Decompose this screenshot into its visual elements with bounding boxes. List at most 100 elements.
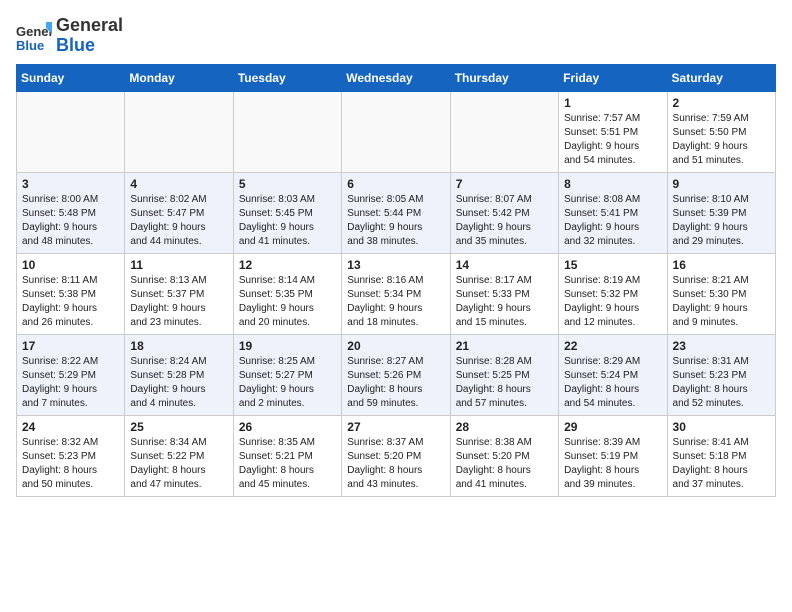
day-info: Sunrise: 8:00 AM Sunset: 5:48 PM Dayligh…	[22, 193, 119, 249]
day-number: 7	[456, 177, 553, 191]
day-info: Sunrise: 8:41 AM Sunset: 5:18 PM Dayligh…	[673, 436, 770, 492]
col-header-tuesday: Tuesday	[233, 64, 341, 91]
calendar-cell: 22 Sunrise: 8:29 AM Sunset: 5:24 PM Dayli…	[559, 334, 667, 415]
calendar-cell: 21 Sunrise: 8:28 AM Sunset: 5:25 PM Dayli…	[450, 334, 558, 415]
day-number: 2	[673, 96, 770, 110]
day-number: 22	[564, 339, 661, 353]
calendar-cell	[125, 91, 233, 172]
day-info: Sunrise: 8:11 AM Sunset: 5:38 PM Dayligh…	[22, 274, 119, 330]
calendar-week-3: 10 Sunrise: 8:11 AM Sunset: 5:38 PM Dayli…	[17, 253, 776, 334]
day-info: Sunrise: 8:37 AM Sunset: 5:20 PM Dayligh…	[347, 436, 444, 492]
calendar-week-1: 1 Sunrise: 7:57 AM Sunset: 5:51 PM Daylig…	[17, 91, 776, 172]
logo-text: GeneralBlue	[56, 16, 123, 56]
calendar-cell: 6 Sunrise: 8:05 AM Sunset: 5:44 PM Daylig…	[342, 172, 450, 253]
calendar-cell: 4Sunrise: 8:02 AM Sunset: 5:47 PM Daylig…	[125, 172, 233, 253]
day-info: Sunrise: 8:08 AM Sunset: 5:41 PM Dayligh…	[564, 193, 661, 249]
calendar: SundayMondayTuesdayWednesdayThursdayFrid…	[16, 64, 776, 497]
calendar-week-2: 3 Sunrise: 8:00 AM Sunset: 5:48 PM Daylig…	[17, 172, 776, 253]
day-number: 30	[673, 420, 770, 434]
calendar-cell: 3 Sunrise: 8:00 AM Sunset: 5:48 PM Daylig…	[17, 172, 125, 253]
day-number: 24	[22, 420, 119, 434]
day-info: Sunrise: 8:13 AM Sunset: 5:37 PM Dayligh…	[130, 274, 227, 330]
day-number: 19	[239, 339, 336, 353]
calendar-cell: 15Sunrise: 8:19 AM Sunset: 5:32 PM Dayli…	[559, 253, 667, 334]
day-number: 1	[564, 96, 661, 110]
calendar-cell: 10 Sunrise: 8:11 AM Sunset: 5:38 PM Dayli…	[17, 253, 125, 334]
day-info: Sunrise: 8:27 AM Sunset: 5:26 PM Dayligh…	[347, 355, 444, 411]
calendar-cell: 17 Sunrise: 8:22 AM Sunset: 5:29 PM Dayli…	[17, 334, 125, 415]
day-number: 8	[564, 177, 661, 191]
day-info: Sunrise: 8:14 AM Sunset: 5:35 PM Dayligh…	[239, 274, 336, 330]
day-number: 12	[239, 258, 336, 272]
day-number: 11	[130, 258, 227, 272]
day-number: 10	[22, 258, 119, 272]
calendar-cell: 27Sunrise: 8:37 AM Sunset: 5:20 PM Dayli…	[342, 415, 450, 496]
day-number: 5	[239, 177, 336, 191]
day-info: Sunrise: 8:24 AM Sunset: 5:28 PM Dayligh…	[130, 355, 227, 411]
calendar-cell: 26Sunrise: 8:35 AM Sunset: 5:21 PM Dayli…	[233, 415, 341, 496]
calendar-cell: 1 Sunrise: 7:57 AM Sunset: 5:51 PM Daylig…	[559, 91, 667, 172]
calendar-cell	[342, 91, 450, 172]
day-info: Sunrise: 8:38 AM Sunset: 5:20 PM Dayligh…	[456, 436, 553, 492]
col-header-sunday: Sunday	[17, 64, 125, 91]
day-info: Sunrise: 8:31 AM Sunset: 5:23 PM Dayligh…	[673, 355, 770, 411]
calendar-cell	[233, 91, 341, 172]
day-info: Sunrise: 7:57 AM Sunset: 5:51 PM Dayligh…	[564, 112, 661, 168]
day-info: Sunrise: 8:21 AM Sunset: 5:30 PM Dayligh…	[673, 274, 770, 330]
calendar-cell: 7 Sunrise: 8:07 AM Sunset: 5:42 PM Daylig…	[450, 172, 558, 253]
col-header-monday: Monday	[125, 64, 233, 91]
day-number: 9	[673, 177, 770, 191]
day-info: Sunrise: 8:34 AM Sunset: 5:22 PM Dayligh…	[130, 436, 227, 492]
day-number: 16	[673, 258, 770, 272]
calendar-week-5: 24 Sunrise: 8:32 AM Sunset: 5:23 PM Dayli…	[17, 415, 776, 496]
day-number: 23	[673, 339, 770, 353]
col-header-friday: Friday	[559, 64, 667, 91]
calendar-cell: 30 Sunrise: 8:41 AM Sunset: 5:18 PM Dayli…	[667, 415, 775, 496]
day-info: Sunrise: 8:22 AM Sunset: 5:29 PM Dayligh…	[22, 355, 119, 411]
day-info: Sunrise: 8:10 AM Sunset: 5:39 PM Dayligh…	[673, 193, 770, 249]
day-info: Sunrise: 8:07 AM Sunset: 5:42 PM Dayligh…	[456, 193, 553, 249]
calendar-cell: 5 Sunrise: 8:03 AM Sunset: 5:45 PM Daylig…	[233, 172, 341, 253]
day-number: 3	[22, 177, 119, 191]
calendar-header-row: SundayMondayTuesdayWednesdayThursdayFrid…	[17, 64, 776, 91]
day-info: Sunrise: 8:05 AM Sunset: 5:44 PM Dayligh…	[347, 193, 444, 249]
col-header-wednesday: Wednesday	[342, 64, 450, 91]
day-info: Sunrise: 8:19 AM Sunset: 5:32 PM Dayligh…	[564, 274, 661, 330]
calendar-cell: 24 Sunrise: 8:32 AM Sunset: 5:23 PM Dayli…	[17, 415, 125, 496]
svg-text:Blue: Blue	[16, 38, 44, 53]
day-info: Sunrise: 8:28 AM Sunset: 5:25 PM Dayligh…	[456, 355, 553, 411]
day-number: 13	[347, 258, 444, 272]
calendar-week-4: 17 Sunrise: 8:22 AM Sunset: 5:29 PM Dayli…	[17, 334, 776, 415]
logo: General Blue GeneralBlue	[16, 16, 123, 56]
day-number: 25	[130, 420, 227, 434]
calendar-cell: 2 Sunrise: 7:59 AM Sunset: 5:50 PM Daylig…	[667, 91, 775, 172]
calendar-cell: 11 Sunrise: 8:13 AM Sunset: 5:37 PM Dayli…	[125, 253, 233, 334]
day-number: 26	[239, 420, 336, 434]
day-info: Sunrise: 8:16 AM Sunset: 5:34 PM Dayligh…	[347, 274, 444, 330]
calendar-cell: 23 Sunrise: 8:31 AM Sunset: 5:23 PM Dayli…	[667, 334, 775, 415]
day-info: Sunrise: 8:03 AM Sunset: 5:45 PM Dayligh…	[239, 193, 336, 249]
col-header-thursday: Thursday	[450, 64, 558, 91]
day-info: Sunrise: 8:29 AM Sunset: 5:24 PM Dayligh…	[564, 355, 661, 411]
page-header: General Blue GeneralBlue	[16, 16, 776, 56]
day-number: 29	[564, 420, 661, 434]
day-info: Sunrise: 8:17 AM Sunset: 5:33 PM Dayligh…	[456, 274, 553, 330]
calendar-cell: 20 Sunrise: 8:27 AM Sunset: 5:26 PM Dayli…	[342, 334, 450, 415]
calendar-cell: 18 Sunrise: 8:24 AM Sunset: 5:28 PM Dayli…	[125, 334, 233, 415]
calendar-cell: 14 Sunrise: 8:17 AM Sunset: 5:33 PM Dayli…	[450, 253, 558, 334]
day-number: 21	[456, 339, 553, 353]
day-number: 6	[347, 177, 444, 191]
calendar-cell: 8 Sunrise: 8:08 AM Sunset: 5:41 PM Daylig…	[559, 172, 667, 253]
calendar-cell: 19Sunrise: 8:25 AM Sunset: 5:27 PM Dayli…	[233, 334, 341, 415]
calendar-cell: 13 Sunrise: 8:16 AM Sunset: 5:34 PM Dayli…	[342, 253, 450, 334]
calendar-cell	[17, 91, 125, 172]
logo-icon: General Blue	[16, 18, 52, 54]
calendar-cell: 25 Sunrise: 8:34 AM Sunset: 5:22 PM Dayli…	[125, 415, 233, 496]
day-number: 20	[347, 339, 444, 353]
day-number: 14	[456, 258, 553, 272]
day-info: Sunrise: 8:32 AM Sunset: 5:23 PM Dayligh…	[22, 436, 119, 492]
day-info: Sunrise: 7:59 AM Sunset: 5:50 PM Dayligh…	[673, 112, 770, 168]
day-number: 17	[22, 339, 119, 353]
calendar-cell: 9 Sunrise: 8:10 AM Sunset: 5:39 PM Daylig…	[667, 172, 775, 253]
day-number: 18	[130, 339, 227, 353]
